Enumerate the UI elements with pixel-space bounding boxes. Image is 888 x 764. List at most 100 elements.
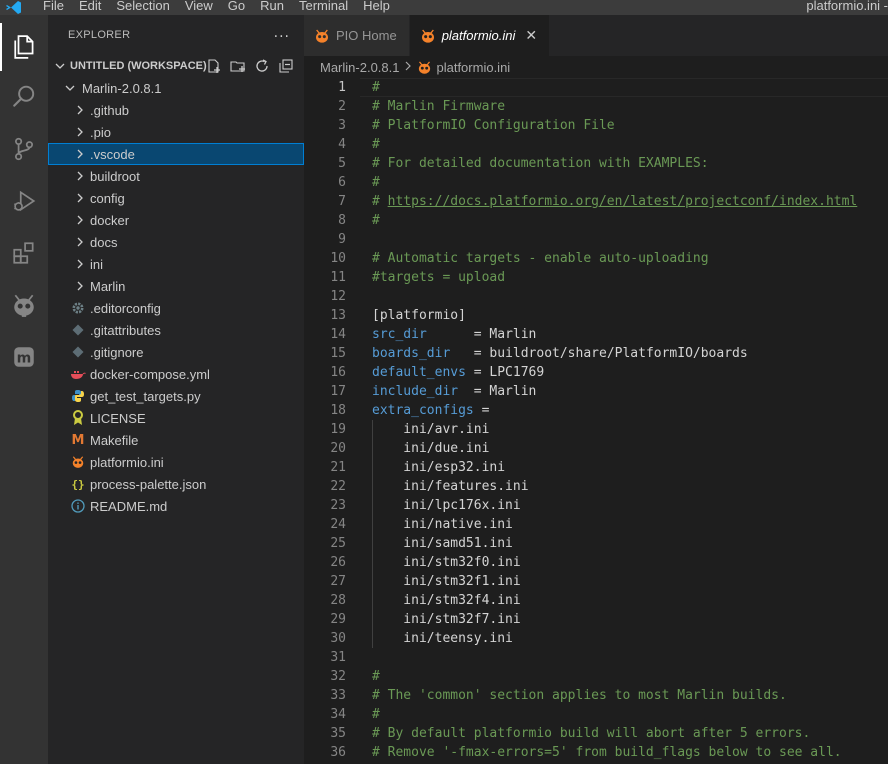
chevron-right-icon (72, 190, 88, 206)
menu-file[interactable]: File (43, 0, 64, 13)
menu-terminal[interactable]: Terminal (299, 0, 348, 13)
code-line[interactable]: 33 # The 'common' section applies to most… (304, 686, 888, 705)
menu-edit[interactable]: Edit (79, 0, 101, 13)
explorer-button[interactable] (0, 23, 48, 71)
tab-pio-home[interactable]: PIO Home (304, 15, 410, 56)
code-line[interactable]: 23 ini/lpc176x.ini (304, 496, 888, 515)
tree-root-folder[interactable]: Marlin-2.0.8.1 (48, 77, 304, 99)
code-line[interactable]: 17 include_dir = Marlin (304, 382, 888, 401)
code-line[interactable]: 10 # Automatic targets - enable auto-uplo… (304, 249, 888, 268)
doc-link[interactable]: https://docs.platformio.org/en/latest/pr… (388, 194, 858, 209)
code-line[interactable]: 36 # Remove '-fmax-errors=5' from build_f… (304, 743, 888, 762)
line-number: 24 (330, 517, 346, 532)
collapse-all-button[interactable] (274, 58, 298, 74)
marlin-button[interactable]: m (0, 333, 48, 381)
code-line[interactable]: 7 # https://docs.platformio.org/en/latest… (304, 192, 888, 211)
code-line[interactable]: 24 ini/native.ini (304, 515, 888, 534)
code-line[interactable]: 20 ini/due.ini (304, 439, 888, 458)
extensions-button[interactable] (0, 229, 48, 277)
tree-file-process-palette-json[interactable]: {} process-palette.json (48, 473, 304, 495)
refresh-button[interactable] (250, 58, 274, 74)
more-actions-button[interactable]: ··· (274, 29, 290, 45)
workspace-row[interactable]: UNTITLED (WORKSPACE) (48, 55, 304, 77)
tree-folder-pio[interactable]: .pio (48, 121, 304, 143)
code-line[interactable]: 19 ini/avr.ini (304, 420, 888, 439)
code-line[interactable]: 9 (304, 230, 888, 249)
code-line[interactable]: 8 # (304, 211, 888, 230)
menu-selection[interactable]: Selection (116, 0, 169, 13)
menu-view[interactable]: View (185, 0, 213, 13)
tree-folder-ini[interactable]: ini (48, 253, 304, 275)
code-line[interactable]: 25 ini/samd51.ini (304, 534, 888, 553)
code-line[interactable]: 22 ini/features.ini (304, 477, 888, 496)
code-line[interactable]: 30 ini/teensy.ini (304, 629, 888, 648)
tree-folder-marlin[interactable]: Marlin (48, 275, 304, 297)
tree-file-makefile[interactable]: M Makefile (48, 429, 304, 451)
code-line[interactable]: 34 # (304, 705, 888, 724)
tree-file-gitignore[interactable]: .gitignore (48, 341, 304, 363)
code-line[interactable]: 21 ini/esp32.ini (304, 458, 888, 477)
code-line[interactable]: 27 ini/stm32f1.ini (304, 572, 888, 591)
chevron-right-icon (72, 146, 88, 162)
tree-file-docker-compose-yml[interactable]: docker-compose.yml (48, 363, 304, 385)
code-line[interactable]: 2 # Marlin Firmware (304, 97, 888, 116)
code-token: # Remove '-fmax-errors=5' from build_fla… (372, 745, 842, 760)
chevron-right-icon (72, 256, 88, 272)
tree-item-label: config (90, 190, 125, 206)
code-line[interactable]: 4 # (304, 135, 888, 154)
close-tab-button[interactable]: ✕ (525, 28, 537, 44)
code-line[interactable]: 35 # By default platformio build will abo… (304, 724, 888, 743)
code-line[interactable]: 26 ini/stm32f0.ini (304, 553, 888, 572)
code-line[interactable]: 1 # (304, 78, 888, 97)
source-control-button[interactable] (0, 125, 48, 173)
line-content: # (372, 78, 380, 97)
tree-folder-docs[interactable]: docs (48, 231, 304, 253)
code-line[interactable]: 29 ini/stm32f7.ini (304, 610, 888, 629)
code-line[interactable]: 13 [platformio] (304, 306, 888, 325)
breadcrumb-folder[interactable]: Marlin-2.0.8.1 (320, 60, 399, 75)
tree-file-gitattributes[interactable]: .gitattributes (48, 319, 304, 341)
breadcrumb-file[interactable]: platformio.ini (436, 60, 510, 75)
code-line[interactable]: 6 # (304, 173, 888, 192)
new-file-button[interactable] (202, 58, 226, 74)
menu-go[interactable]: Go (228, 0, 245, 13)
tree-file-license[interactable]: LICENSE (48, 407, 304, 429)
tree-folder-config[interactable]: config (48, 187, 304, 209)
code-line[interactable]: 15 boards_dir = buildroot/share/PlatformI… (304, 344, 888, 363)
code-line[interactable]: 12 (304, 287, 888, 306)
code-line[interactable]: 32 # (304, 667, 888, 686)
line-content: #targets = upload (372, 268, 505, 287)
line-content: ini/esp32.ini (372, 458, 505, 477)
platformio-button[interactable] (0, 281, 48, 329)
line-content: ini/stm32f7.ini (372, 610, 520, 629)
new-folder-button[interactable] (226, 58, 250, 74)
line-number: 1 (338, 80, 346, 95)
tree-folder-docker[interactable]: docker (48, 209, 304, 231)
tab-platformio-ini[interactable]: platformio.ini ✕ (409, 15, 551, 56)
code-line[interactable]: 5 # For detailed documentation with EXAMP… (304, 154, 888, 173)
code-line[interactable]: 3 # PlatformIO Configuration File (304, 116, 888, 135)
code-line[interactable]: 31 (304, 648, 888, 667)
code-line[interactable]: 28 ini/stm32f4.ini (304, 591, 888, 610)
tree-file-platformio-ini[interactable]: platformio.ini (48, 451, 304, 473)
code-editor[interactable]: 1 #2 # Marlin Firmware 3 # PlatformIO Config… (304, 78, 888, 764)
chevron-right-icon (72, 278, 88, 294)
chevron-right-icon (72, 102, 88, 118)
line-number: 5 (338, 156, 346, 171)
tree-folder-vscode[interactable]: .vscode (48, 143, 304, 165)
code-token: ini/due.ini (372, 441, 490, 456)
tree-folder-github[interactable]: .github (48, 99, 304, 121)
code-line[interactable]: 18 extra_configs = (304, 401, 888, 420)
menu-run[interactable]: Run (260, 0, 284, 13)
tree-folder-buildroot[interactable]: buildroot (48, 165, 304, 187)
tree-file-readme-md[interactable]: README.md (48, 495, 304, 517)
menu-help[interactable]: Help (363, 0, 390, 13)
run-debug-button[interactable] (0, 177, 48, 225)
tree-file-editorconfig[interactable]: .editorconfig (48, 297, 304, 319)
code-line[interactable]: 11 #targets = upload (304, 268, 888, 287)
platformio-icon (421, 29, 434, 43)
code-line[interactable]: 14 src_dir = Marlin (304, 325, 888, 344)
search-button[interactable] (0, 73, 48, 121)
tree-file-get-test-targets-py[interactable]: get_test_targets.py (48, 385, 304, 407)
code-line[interactable]: 16 default_envs = LPC1769 (304, 363, 888, 382)
